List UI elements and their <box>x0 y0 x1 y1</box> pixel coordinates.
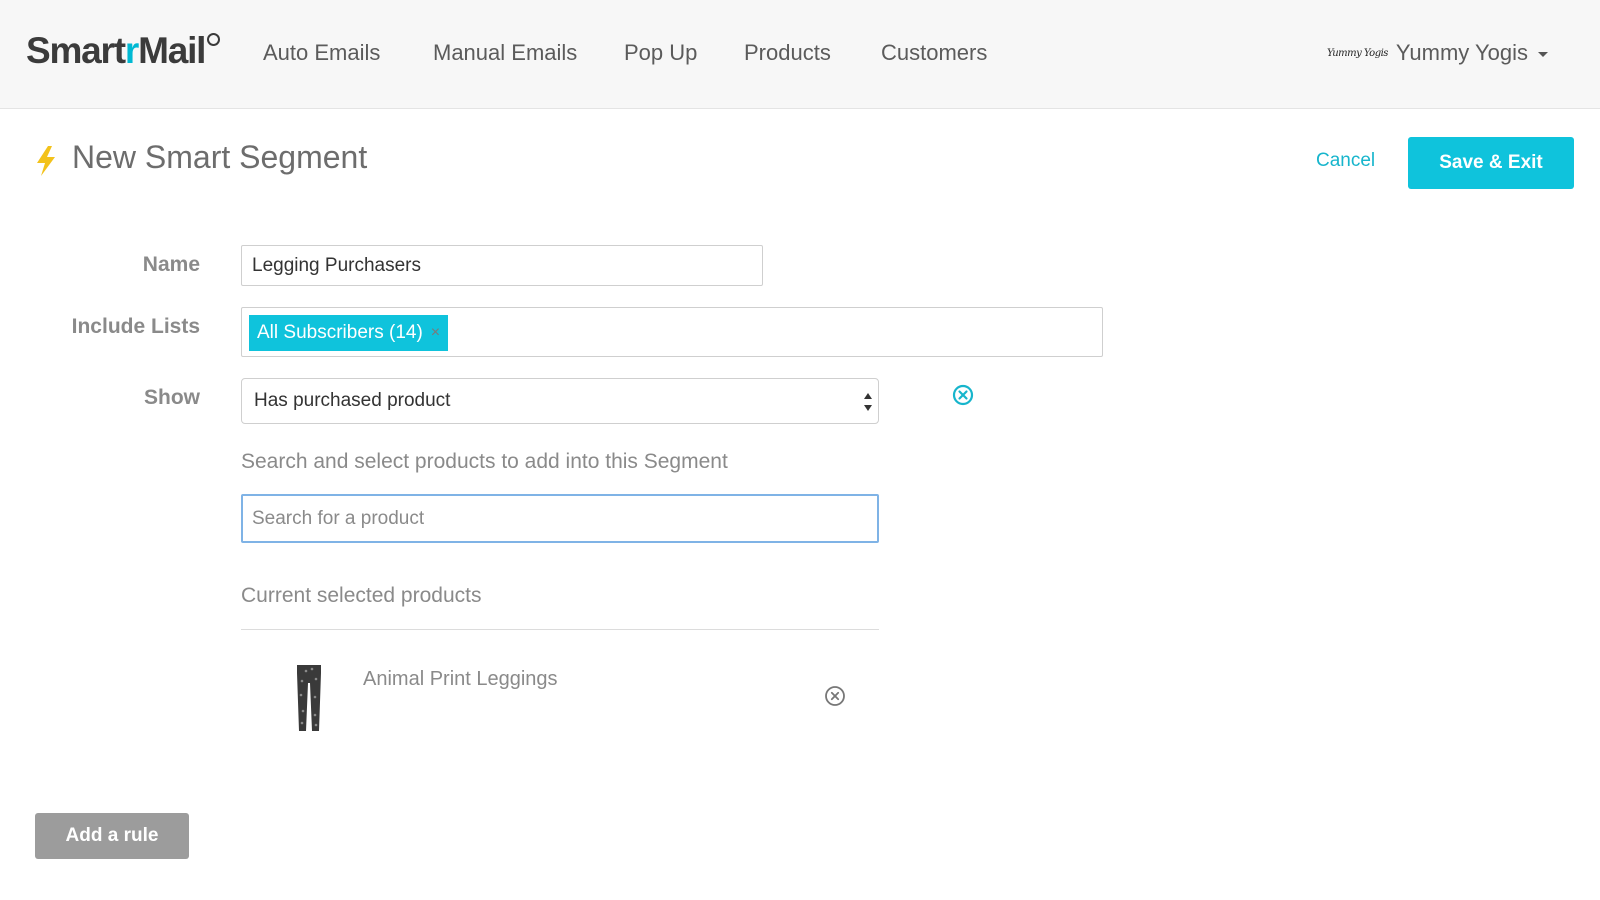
show-label: Show <box>144 386 200 409</box>
selected-products-heading: Current selected products <box>241 584 482 607</box>
top-navigation-bar: SmartrMail Auto Emails Manual Emails Pop… <box>0 0 1600 109</box>
include-lists-label: Include Lists <box>71 315 200 338</box>
account-name: Yummy Yogis <box>1395 40 1528 65</box>
add-rule-button[interactable]: Add a rule <box>35 813 189 859</box>
store-logo: Yummy Yogis <box>1326 47 1388 59</box>
select-arrows-icon <box>864 393 872 411</box>
list-tag-all-subscribers: All Subscribers (14) × <box>249 315 449 351</box>
product-search-input[interactable] <box>241 494 879 543</box>
nav-auto-emails[interactable]: Auto Emails <box>263 40 380 66</box>
cancel-button[interactable]: Cancel <box>1316 150 1375 172</box>
nav-manual-emails[interactable]: Manual Emails <box>433 40 577 66</box>
selected-product-name: Animal Print Leggings <box>363 668 558 690</box>
list-tag-label: All Subscribers (14) <box>257 322 423 343</box>
remove-product-icon[interactable] <box>824 685 846 707</box>
remove-rule-icon[interactable] <box>952 384 974 406</box>
show-rule-value: Has purchased product <box>254 390 451 411</box>
caret-down-icon <box>1538 52 1548 57</box>
product-search-helper: Search and select products to add into t… <box>241 450 728 473</box>
leggings-thumbnail <box>297 665 321 731</box>
account-menu[interactable]: Yummy Yogis Yummy Yogis <box>1327 40 1548 66</box>
lightning-bolt-icon <box>37 146 55 176</box>
page-title: New Smart Segment <box>72 139 368 175</box>
nav-products[interactable]: Products <box>744 40 831 66</box>
nav-customers[interactable]: Customers <box>881 40 987 66</box>
name-field[interactable]: Legging Purchasers <box>241 245 763 286</box>
selected-products-divider <box>241 629 879 630</box>
save-and-exit-button[interactable]: Save & Exit <box>1408 137 1574 189</box>
nav-pop-up[interactable]: Pop Up <box>624 40 697 66</box>
name-label: Name <box>142 253 200 276</box>
remove-tag-icon[interactable]: × <box>431 324 440 342</box>
show-rule-select[interactable]: Has purchased product <box>241 378 879 424</box>
